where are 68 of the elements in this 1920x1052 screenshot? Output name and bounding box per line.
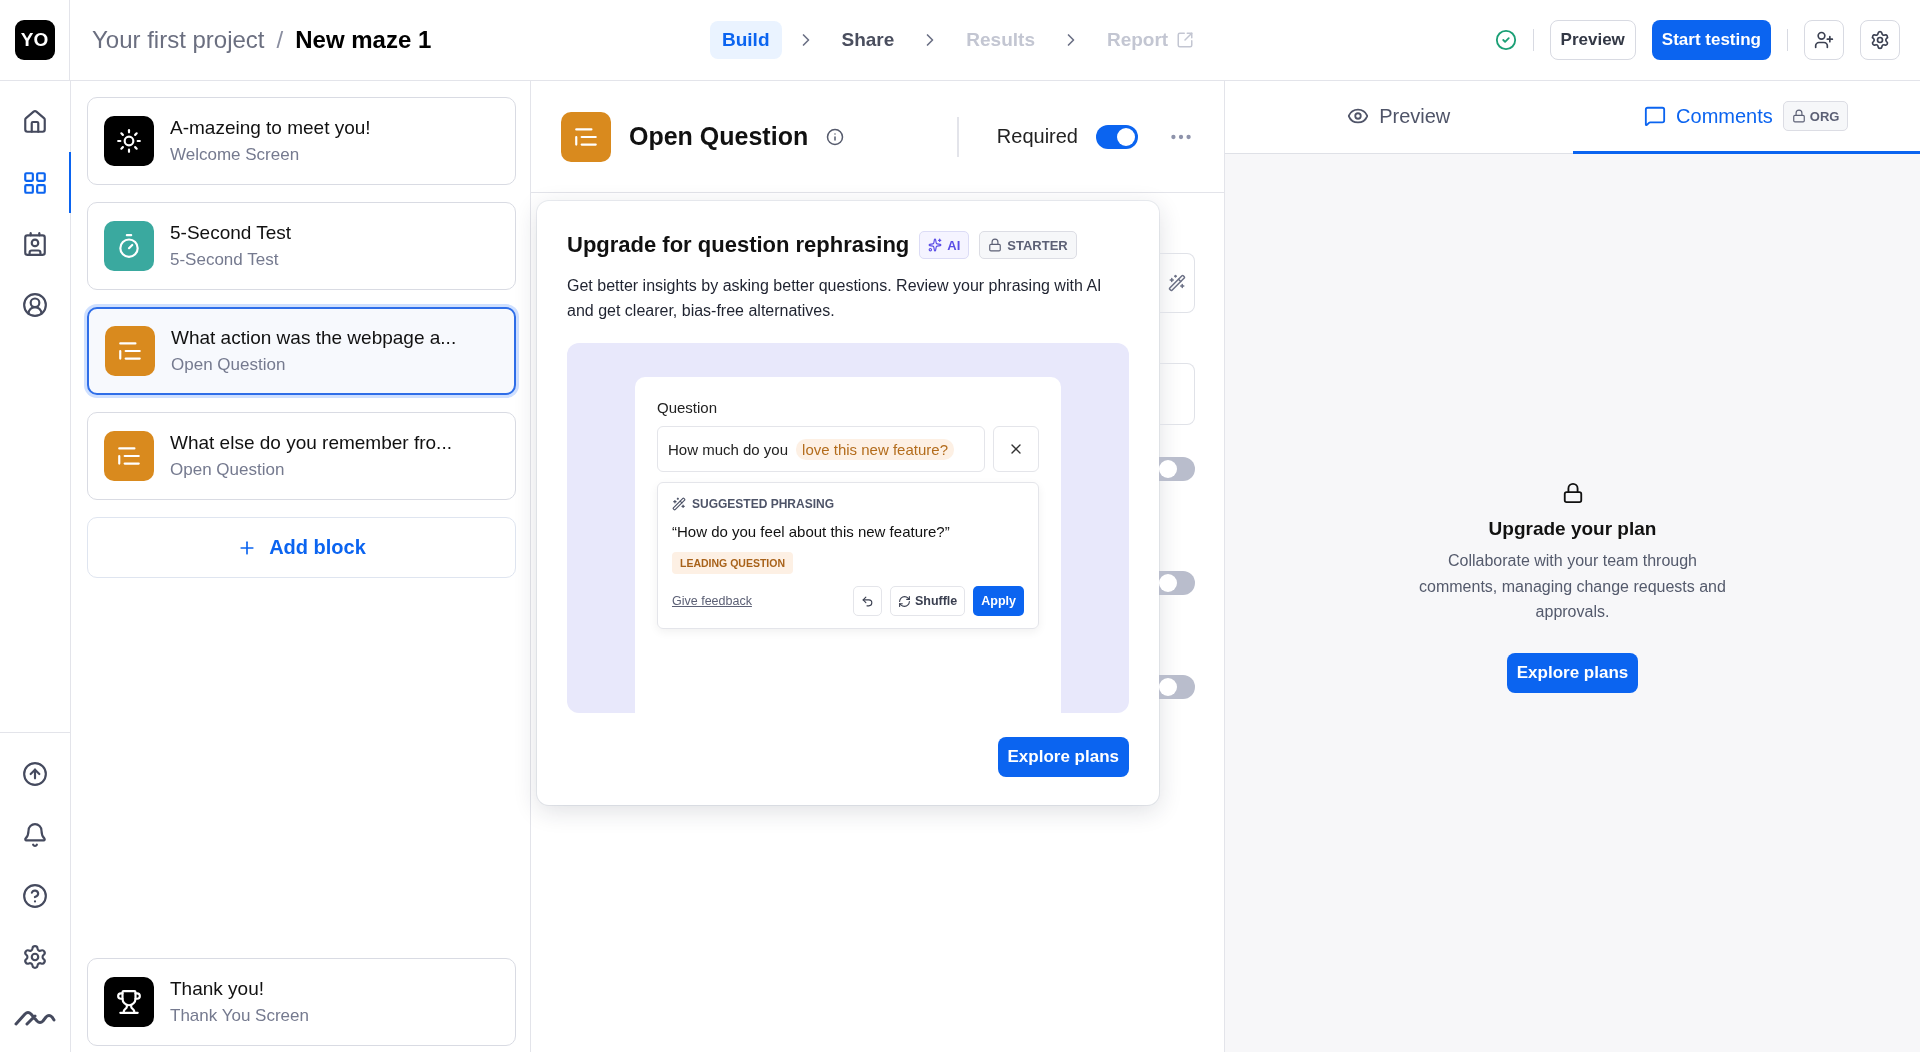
lock-icon	[1561, 482, 1584, 504]
text-field[interactable]	[1159, 363, 1195, 425]
popup-description: Get better insights by asking better questions. Review your phrasing with AI and get clearer, bias-free alternatives.	[567, 276, 1103, 321]
block-title: What action was the webpage a...	[171, 327, 457, 349]
block-type: Open Question	[170, 460, 286, 480]
block-card[interactable]: A-mazeing to meet you! Welcome Screen	[87, 97, 516, 185]
setting-toggle[interactable]	[1159, 675, 1195, 699]
upgrade-description: Collaborate with your team through comments, managing change requests and approvals.	[1418, 551, 1727, 622]
wand-icon	[1167, 274, 1186, 292]
undo-button[interactable]	[852, 586, 882, 616]
trophy-icon	[104, 977, 154, 1027]
user-plus-icon	[1814, 30, 1834, 50]
block-card[interactable]: What else do you remember fro... Open Question	[87, 412, 516, 500]
wand-icon	[672, 497, 686, 511]
undo-icon	[860, 594, 874, 608]
explore-plans-button[interactable]: Explore plans	[1506, 652, 1639, 693]
highlighted-phrase: love this new feature?	[796, 438, 954, 460]
ai-badge: AI	[919, 231, 970, 259]
magic-edit-button[interactable]	[1159, 253, 1195, 313]
shuffle-button[interactable]: Shuffle	[889, 586, 966, 616]
info-icon[interactable]	[826, 127, 845, 146]
feedback-link[interactable]: Give feedback	[672, 594, 752, 608]
setting-toggle[interactable]	[1159, 457, 1195, 481]
block-card[interactable]: 5-Second Test 5-Second Test	[87, 202, 516, 290]
org-badge: ORG	[1782, 101, 1849, 131]
settings-icon	[1870, 30, 1890, 50]
block-title: What else do you remember fro...	[170, 432, 452, 454]
block-type: 5-Second Test	[170, 250, 280, 270]
timer-icon	[104, 221, 154, 271]
block-title: Thank you!	[170, 978, 265, 1000]
field-label: Question	[657, 399, 719, 416]
maze-title: New maze 1	[295, 26, 432, 54]
add-block-button[interactable]: Add block	[87, 517, 516, 578]
start-testing-button[interactable]: Start testing	[1651, 20, 1771, 60]
apply-button[interactable]: Apply	[973, 586, 1024, 616]
question-text: How much do you	[668, 440, 789, 458]
block-title: 5-Second Test	[170, 222, 292, 244]
project-link[interactable]: Your first project	[92, 26, 265, 54]
question-type-title: Open Question	[629, 122, 809, 151]
popup-title: Upgrade for question rephrasing	[567, 232, 910, 258]
check-circle-icon	[1494, 29, 1517, 51]
panel-tab[interactable]: Comments ORG	[1572, 81, 1920, 154]
block-type: Open Question	[171, 355, 287, 375]
block-type: Thank You Screen	[170, 1006, 309, 1026]
preview-button[interactable]: Preview	[1549, 20, 1636, 60]
upgrade-title: Upgrade your plan	[1488, 518, 1657, 540]
panel-tab[interactable]: Preview	[1225, 81, 1573, 154]
suggestion-heading: SUGGESTED PHRASING	[692, 497, 835, 511]
suggested-question: “How do you feel about this new feature?”	[672, 523, 951, 540]
settings-button[interactable]	[1860, 20, 1900, 60]
required-toggle[interactable]	[1096, 124, 1138, 149]
explore-plans-button[interactable]: Explore plans	[997, 737, 1129, 777]
block-title: A-mazeing to meet you!	[170, 117, 371, 139]
refresh-icon	[897, 594, 911, 608]
breadcrumb-separator: /	[276, 26, 284, 54]
sun-icon	[104, 116, 154, 166]
leading-question-tag: LEADING QUESTION	[672, 552, 793, 574]
plan-badge: STARTER	[979, 231, 1077, 259]
step-tab[interactable]: Build	[710, 21, 782, 59]
comment-icon	[1644, 105, 1667, 127]
block-type: Welcome Screen	[170, 145, 301, 165]
required-label: Required	[996, 125, 1078, 148]
block-card[interactable]: What action was the webpage a... Open Question	[87, 307, 516, 395]
setting-toggle[interactable]	[1159, 571, 1195, 595]
block-card[interactable]: Thank you! Thank You Screen	[87, 958, 516, 1046]
invite-user-button[interactable]	[1804, 20, 1844, 60]
step-tab[interactable]: Share	[829, 21, 907, 59]
app-logo[interactable]: YO	[14, 20, 55, 60]
